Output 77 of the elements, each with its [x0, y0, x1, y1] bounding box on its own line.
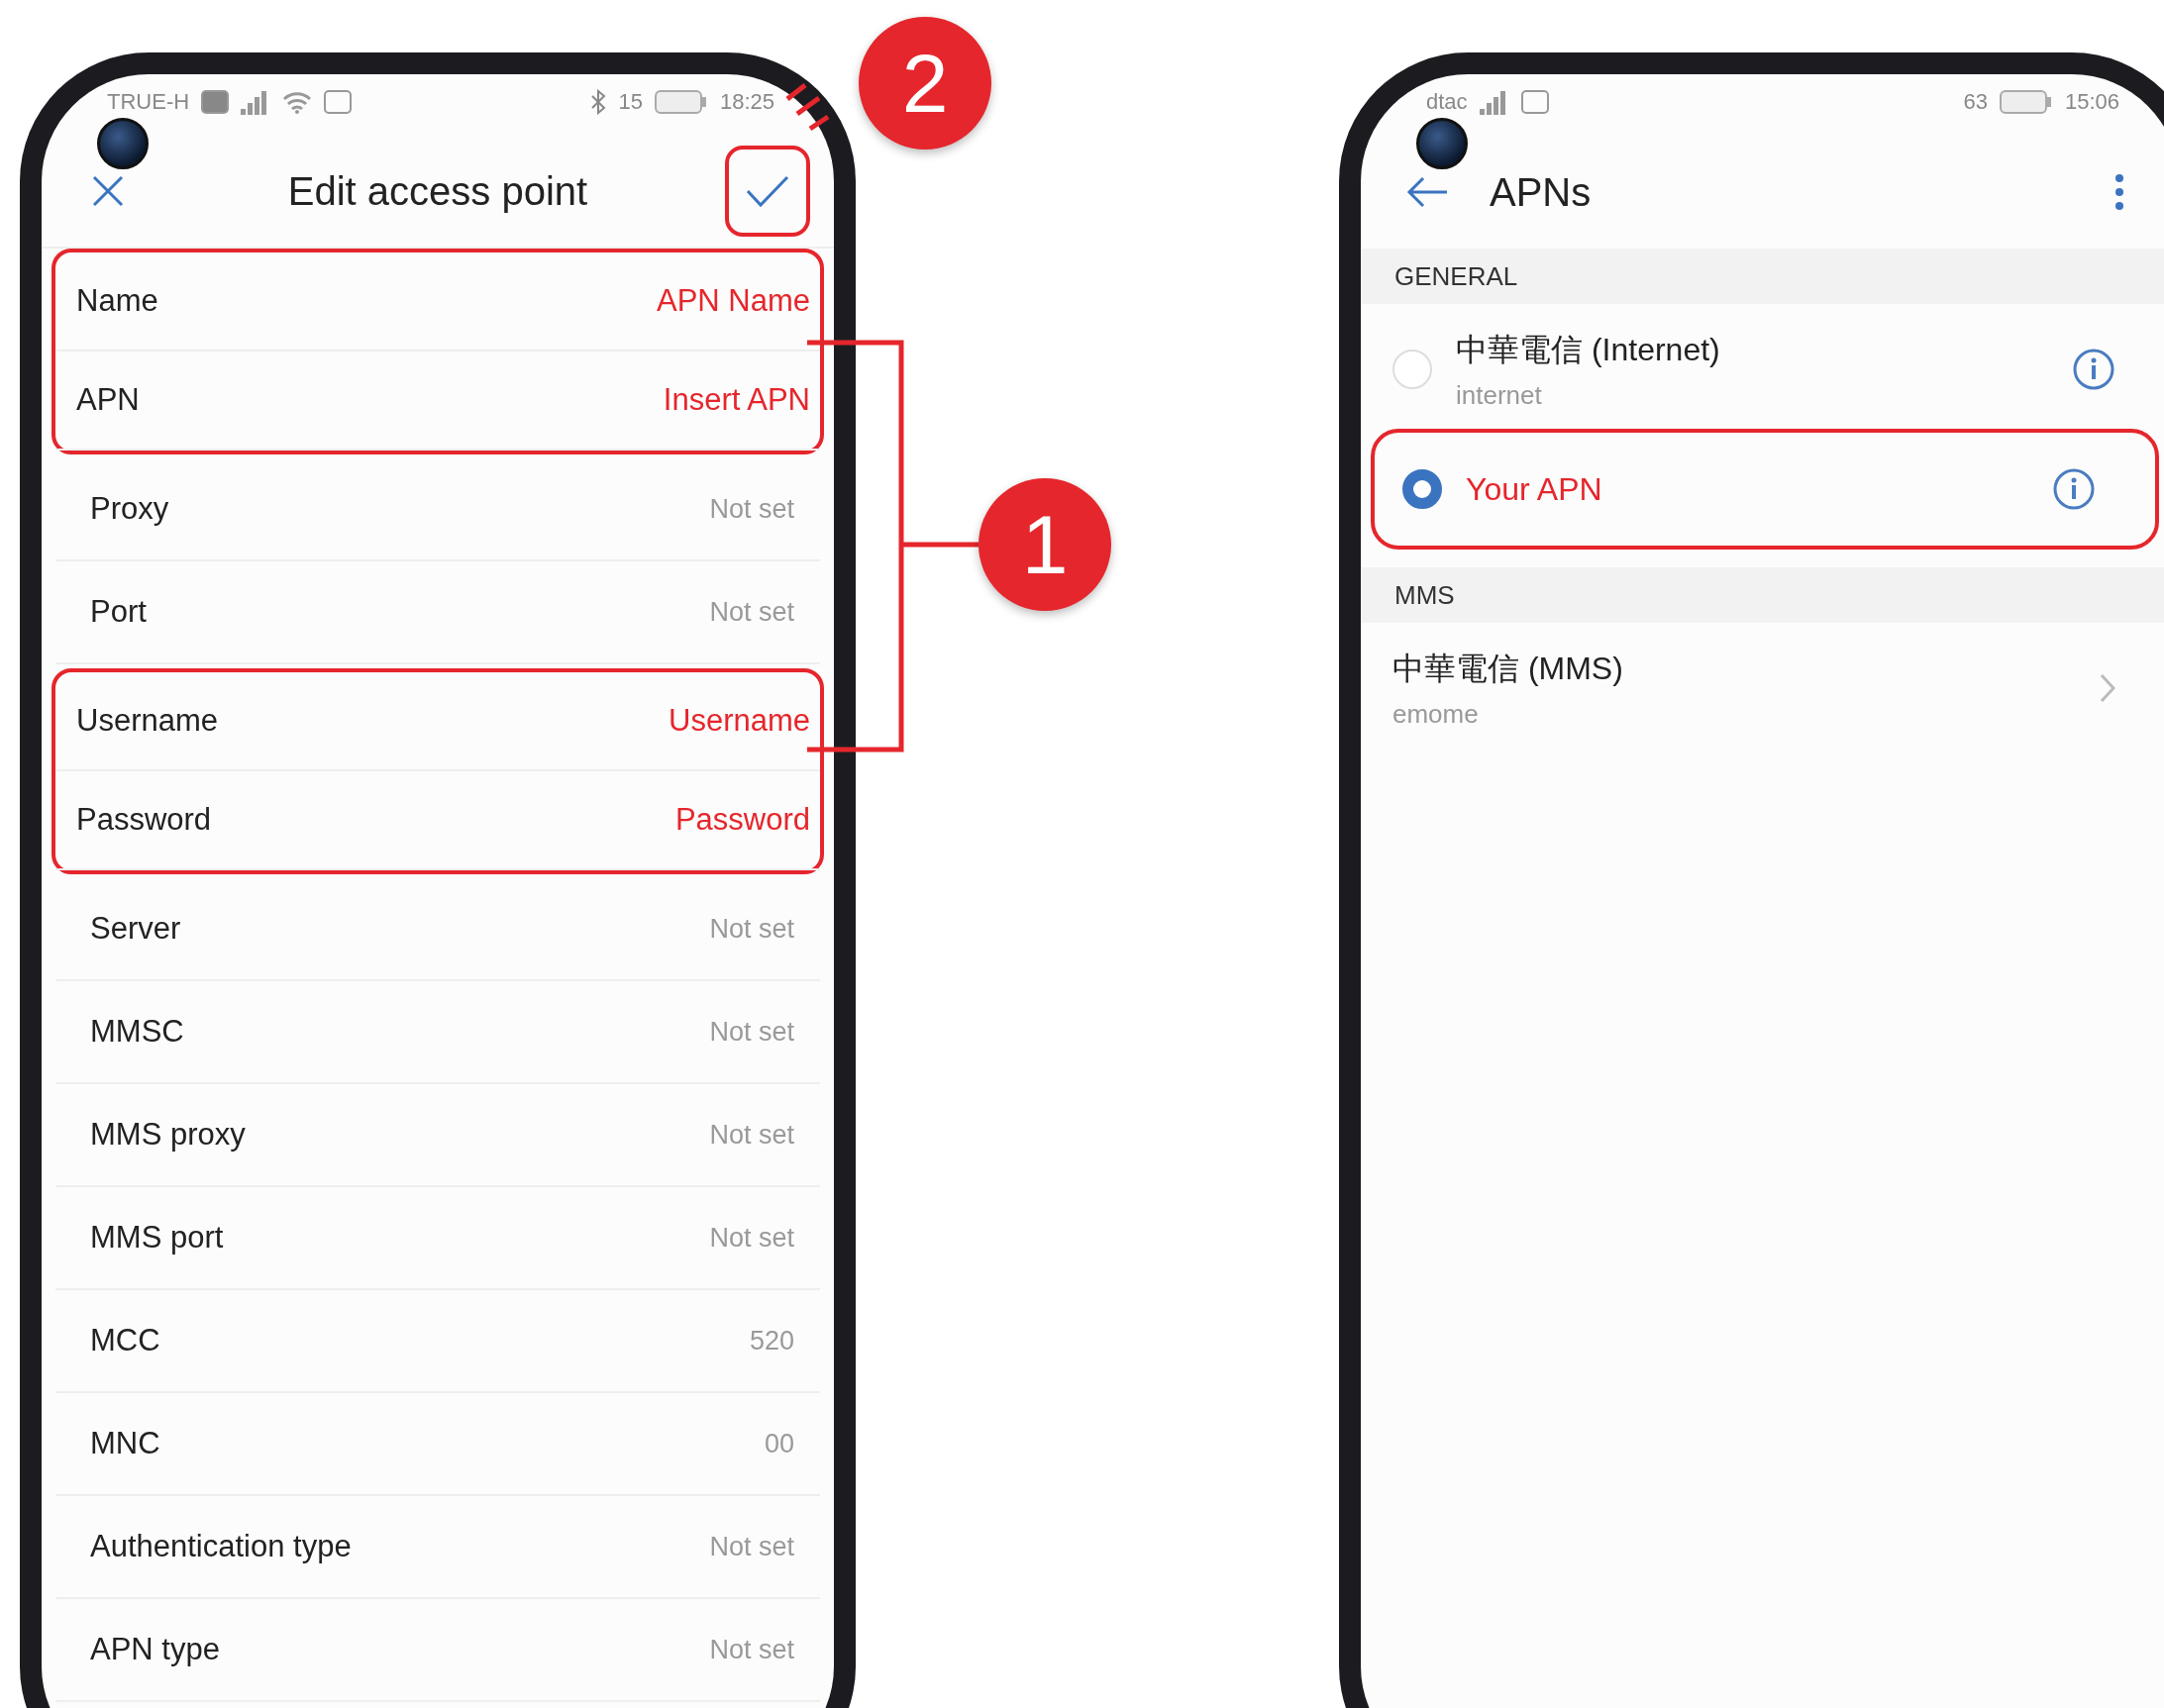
field-value: Not set: [709, 1016, 794, 1048]
settings-row[interactable]: APN Insert APN: [55, 352, 820, 451]
field-label: Proxy: [90, 491, 169, 527]
apn-name: 中華電信 (Internet): [1456, 330, 1721, 369]
settings-row[interactable]: Proxy Not set: [55, 458, 820, 561]
field-value: Not set: [709, 596, 794, 628]
battery-level: 63: [1963, 89, 1988, 115]
bluetooth-icon: [590, 89, 607, 115]
field-label: MMS port: [90, 1220, 224, 1256]
apn-name: 中華電信 (MMS): [1392, 649, 1624, 688]
info-icon[interactable]: [2052, 467, 2096, 511]
settings-row[interactable]: Password Password: [55, 771, 820, 870]
settings-row[interactable]: Name APN Name: [55, 252, 820, 352]
apn-value: emome: [1392, 698, 1480, 730]
settings-row[interactable]: Server Not set: [55, 878, 820, 981]
screen-title: APNs: [1490, 169, 1592, 215]
field-label: Port: [90, 594, 147, 630]
field-label: MNC: [90, 1426, 160, 1461]
section-header: MMS: [1361, 567, 2164, 623]
battery-icon: [1999, 89, 2053, 115]
step-badge: 1: [979, 478, 1111, 611]
field-value: Not set: [709, 1119, 794, 1151]
field-label: APN: [76, 382, 140, 418]
field-value: Password: [674, 802, 810, 838]
settings-row[interactable]: MCC 520: [55, 1290, 820, 1393]
settings-row[interactable]: MMS port Not set: [55, 1187, 820, 1290]
clock: 15:06: [2064, 89, 2119, 115]
step-badge: 2: [859, 17, 991, 150]
field-label: Name: [76, 283, 158, 319]
field-label: MCC: [90, 1323, 160, 1358]
field-label: APN type: [90, 1632, 220, 1667]
field-label: Server: [90, 911, 181, 947]
field-label: MMS proxy: [90, 1117, 246, 1153]
carrier-label: dtac: [1426, 89, 1468, 115]
settings-row[interactable]: MNC 00: [55, 1393, 820, 1496]
emphasis-marks: [784, 82, 831, 132]
field-value: Not set: [709, 1531, 794, 1562]
settings-row[interactable]: MMS proxy Not set: [55, 1084, 820, 1187]
field-label: Username: [76, 703, 218, 739]
radio-button[interactable]: [1402, 469, 1442, 509]
field-value: Username: [669, 703, 810, 739]
wifi-icon: [282, 89, 313, 115]
apn-value: internet: [1456, 379, 1543, 411]
settings-row[interactable]: APN type Not set: [55, 1599, 820, 1702]
field-label: MMSC: [90, 1014, 184, 1050]
field-value: Not set: [709, 1222, 794, 1254]
field-value: Insert APN: [663, 382, 810, 418]
info-icon[interactable]: [2072, 348, 2115, 391]
apn-item[interactable]: 中華電信 (Internet) internet: [1361, 310, 2164, 429]
field-value: APN Name: [656, 283, 810, 319]
settings-row[interactable]: Authentication type Not set: [55, 1496, 820, 1599]
camera-icon: [97, 118, 149, 169]
field-value: Not set: [709, 493, 794, 525]
clock: 18:25: [719, 89, 774, 115]
section-header: GENERAL: [1361, 249, 2164, 304]
camera-icon: [1416, 118, 1468, 169]
apn-item[interactable]: 中華電信 (MMS) emome: [1361, 629, 2164, 748]
field-label: Password: [76, 802, 212, 838]
field-value: Not set: [709, 1634, 794, 1665]
field-label: Authentication type: [90, 1529, 352, 1564]
check-icon: [745, 173, 790, 209]
screen-title: Edit access point: [286, 168, 589, 214]
field-value: Not set: [709, 913, 794, 945]
battery-icon: [654, 89, 708, 115]
carrier-label: TRUE-H: [107, 89, 190, 115]
settings-row[interactable]: MMSC Not set: [55, 981, 820, 1084]
back-arrow-icon: [1405, 174, 1449, 210]
confirm-button[interactable]: [725, 146, 810, 237]
settings-row[interactable]: Port Not set: [55, 561, 820, 664]
settings-row[interactable]: Username Username: [55, 672, 820, 771]
more-icon[interactable]: [2113, 172, 2125, 212]
field-value: 520: [749, 1325, 794, 1356]
field-value: 00: [764, 1428, 794, 1459]
chevron-icon: [2100, 673, 2115, 703]
battery-level: 15: [618, 89, 643, 115]
apn-name: Your APN: [1466, 470, 1603, 508]
apn-item[interactable]: Your APN: [1371, 429, 2159, 550]
